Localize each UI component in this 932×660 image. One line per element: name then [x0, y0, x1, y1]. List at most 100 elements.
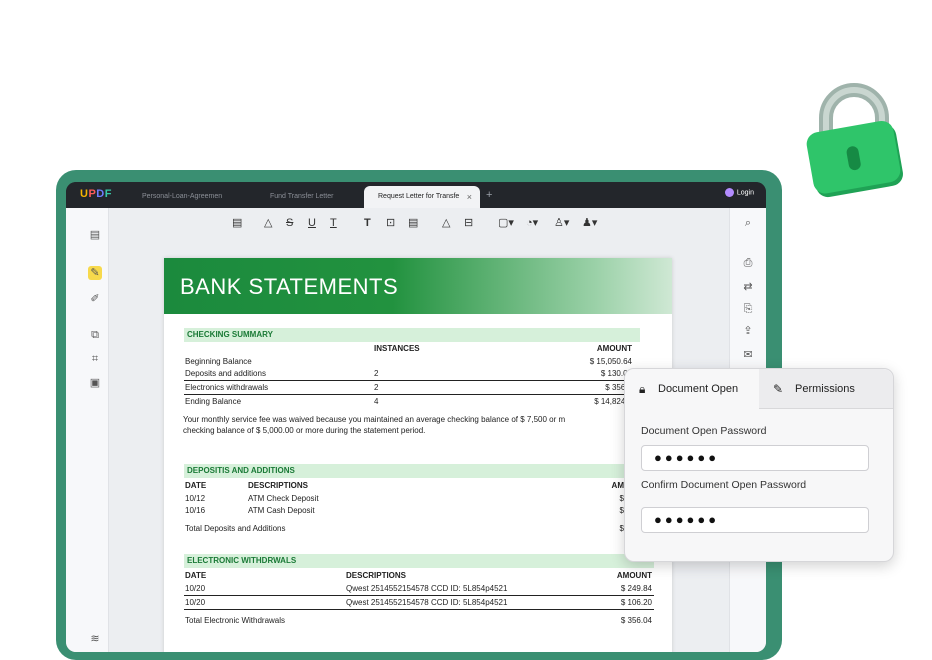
row-description: ATM Cash Deposit — [248, 506, 315, 515]
tab-label: Document Open — [658, 383, 739, 395]
row-amount: $ — [619, 494, 624, 503]
avatar-icon — [724, 188, 734, 197]
ocr-icon[interactable]: ⎙ — [741, 256, 755, 270]
section-heading: CHECKING SUMMARY — [184, 328, 640, 342]
tab-label: Request Letter for Transfe — [378, 193, 460, 200]
column-header: DATE — [185, 571, 207, 580]
total-label: Total Electronic Withdrawals — [185, 616, 286, 625]
strikethrough-tool[interactable]: S — [286, 216, 293, 230]
tab-bar: UPDF Personal-Loan-Agreemen Fund Transfe… — [66, 182, 766, 208]
pencil-icon[interactable]: △ — [442, 216, 450, 230]
pdf-page: BANK STATEMENTS CHECKING SUMMARY INSTANC… — [164, 258, 672, 652]
column-header: AMOUNT — [596, 344, 632, 353]
left-sidebar: ▤ ✎ ✐ ⧉ ⌗ ▣ ≋ — [66, 208, 109, 652]
note-text: checking balance of $ 5,000.00 or more d… — [183, 426, 426, 435]
row-instances: 4 — [374, 397, 379, 406]
row-label: Deposits and additions — [185, 369, 266, 378]
note-text: Your monthly service fee was waived beca… — [183, 415, 566, 424]
open-password-input[interactable]: ●●●●●● — [641, 445, 869, 471]
protect-icon[interactable]: ⎘ — [741, 302, 755, 316]
close-tab-icon[interactable]: × — [467, 186, 472, 208]
row-amount: $ — [619, 506, 624, 515]
row-label: Beginning Balance — [185, 357, 252, 366]
row-amount: $ 249.84 — [620, 584, 652, 593]
tab-permissions[interactable]: ✎ Permissions — [759, 369, 893, 409]
updf-logo: UPDF — [80, 188, 112, 200]
row-instances: 2 — [374, 383, 379, 392]
tab-label: Permissions — [795, 383, 855, 395]
layers-icon[interactable]: ≋ — [88, 632, 102, 646]
password-label: Document Open Password — [641, 425, 767, 437]
share-icon[interactable]: ⇪ — [741, 324, 755, 338]
row-amount: $ 106.20 — [620, 598, 652, 607]
total-amount: $ — [619, 524, 624, 533]
section-heading: ELECTRONIC WITHDRWALS — [184, 554, 654, 568]
tab-label: Fund Transfer Letter — [270, 193, 334, 200]
column-header: INSTANCES — [374, 344, 420, 353]
crop-icon[interactable]: ⌗ — [88, 352, 102, 366]
divider — [184, 394, 654, 395]
row-description: Qwest 2514552154578 CCD ID: 5L854p4521 — [346, 584, 508, 593]
document-edit-icon: ✎ — [773, 382, 784, 396]
note-icon[interactable]: ▤ — [232, 216, 242, 230]
section-heading: DEPOSITIS AND ADDITIONS — [184, 464, 640, 478]
logo-letter: F — [104, 188, 112, 200]
form-icon[interactable]: ▣ — [88, 376, 102, 390]
row-label: Ending Balance — [185, 397, 242, 406]
row-label: Electronics withdrawals — [185, 383, 269, 392]
row-description: ATM Check Deposit — [248, 494, 319, 503]
divider — [184, 595, 654, 596]
shape-icon[interactable]: ▢▾ — [498, 216, 514, 230]
signature-icon[interactable]: ♟▾ — [582, 216, 597, 230]
textbox-icon[interactable]: ⊡ — [386, 216, 395, 230]
total-amount: $ 356.04 — [620, 616, 652, 625]
row-description: Qwest 2514552154578 CCD ID: 5L854p4521 — [346, 598, 508, 607]
edit-icon[interactable]: ✐ — [88, 292, 102, 306]
callout-icon[interactable]: ▤ — [408, 216, 418, 230]
tab-label: Personal-Loan-Agreemen — [142, 193, 223, 200]
row-date: 10/12 — [185, 494, 206, 503]
divider — [184, 609, 654, 610]
stamp-icon[interactable]: ♙▾ — [554, 216, 569, 230]
lock-file-icon: 🔒︎ — [639, 382, 646, 396]
confirm-password-input[interactable]: ●●●●●● — [641, 507, 869, 533]
login-label: Login — [736, 189, 754, 197]
add-tab-button[interactable]: + — [486, 186, 492, 204]
confirm-password-label: Confirm Document Open Password — [641, 479, 807, 491]
underline-tool[interactable]: U — [308, 216, 316, 230]
sticker-icon[interactable]: ◔▾ — [526, 216, 538, 230]
tab-document-open[interactable]: 🔒︎ Document Open — [625, 369, 759, 409]
annotation-toolbar: ▤ △ S U T T ⊡ ▤ △ ⊟ ▢▾ ◔▾ ♙▾ ♟▾ — [108, 208, 730, 238]
column-header: DATE — [185, 481, 207, 490]
total-label: Total Deposits and Additions — [185, 524, 286, 533]
column-header: AMOUNT — [616, 571, 652, 580]
tab-personal-loan[interactable]: Personal-Loan-Agreemen — [128, 186, 234, 208]
page-title: BANK STATEMENTS — [180, 274, 399, 299]
row-instances: 2 — [374, 369, 379, 378]
divider — [184, 380, 654, 381]
column-header: AM — [611, 481, 624, 490]
reader-icon[interactable]: ▤ — [88, 228, 102, 242]
text-tool[interactable]: T — [364, 216, 371, 230]
row-date: 10/16 — [185, 506, 206, 515]
tab-fund-transfer[interactable]: Fund Transfer Letter — [256, 186, 366, 208]
logo-letter: D — [96, 188, 105, 200]
row-amount: $ 14,824.6 — [594, 397, 632, 406]
login-button[interactable]: Login — [724, 188, 754, 197]
column-header: DESCRIPTIONS — [346, 571, 407, 580]
header-banner: BANK STATEMENTS — [164, 258, 672, 314]
eraser-icon[interactable]: ⊟ — [464, 216, 473, 230]
organize-icon[interactable]: ⧉ — [88, 328, 102, 342]
password-security-panel: 🔒︎ Document Open ✎ Permissions Document … — [624, 368, 894, 562]
tab-request-letter[interactable]: Request Letter for Transfe × — [364, 186, 480, 208]
highlight-icon[interactable]: △ — [264, 216, 272, 230]
row-amount: $ 130.00 — [600, 369, 632, 378]
comment-icon[interactable]: ✎ — [88, 266, 102, 280]
column-header: DESCRIPTIONS — [248, 481, 309, 490]
convert-icon[interactable]: ⇄ — [741, 280, 755, 294]
search-icon[interactable]: ⌕ — [741, 216, 755, 230]
row-date: 10/20 — [185, 598, 206, 607]
mail-icon[interactable]: ✉ — [741, 348, 755, 362]
row-amount: $ 15,050.64 — [589, 357, 632, 366]
squiggly-tool[interactable]: T — [330, 216, 337, 230]
